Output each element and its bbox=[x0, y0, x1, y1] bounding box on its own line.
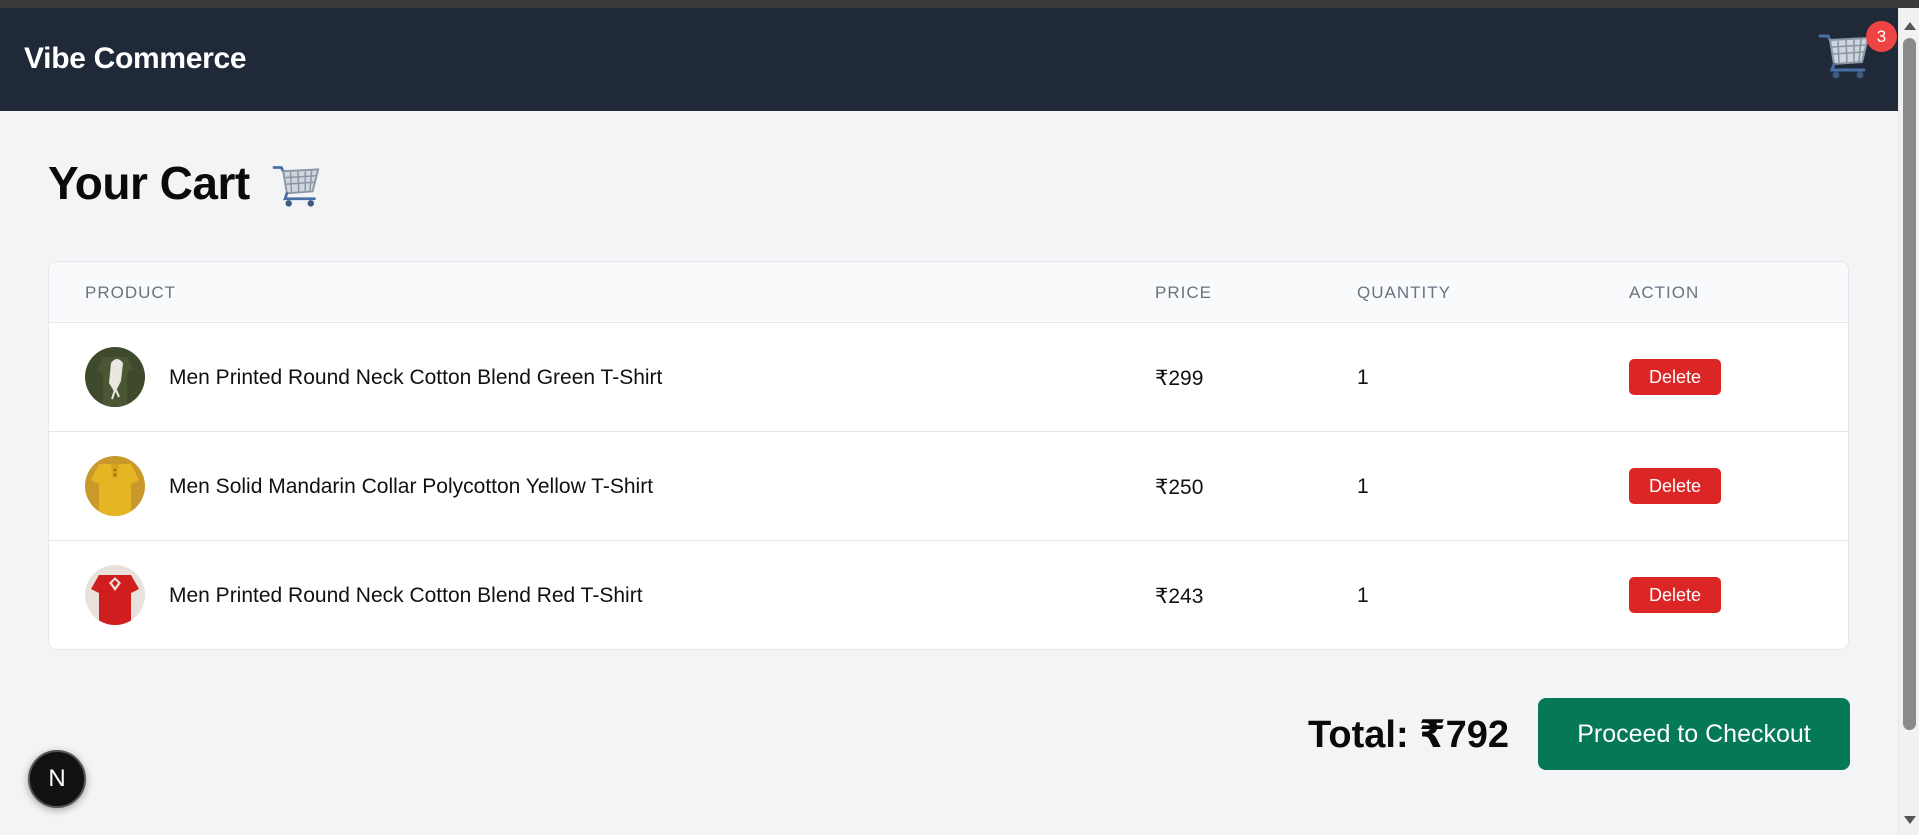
cart-total: Total: ₹792 bbox=[1308, 714, 1510, 756]
delete-button[interactable]: Delete bbox=[1629, 577, 1721, 613]
table-row: Men Printed Round Neck Cotton Blend Gree… bbox=[49, 323, 1848, 432]
header-quantity: QUANTITY bbox=[1357, 283, 1451, 302]
product-price: ₹243 bbox=[1155, 585, 1204, 608]
checkout-button[interactable]: Proceed to Checkout bbox=[1538, 698, 1850, 770]
header-product: PRODUCT bbox=[85, 283, 177, 302]
shopping-cart-icon bbox=[272, 162, 322, 208]
header-action: ACTION bbox=[1629, 283, 1700, 302]
page-title: Your Cart bbox=[48, 157, 250, 209]
product-thumbnail bbox=[85, 456, 145, 516]
product-name[interactable]: Men Printed Round Neck Cotton Blend Gree… bbox=[169, 366, 662, 390]
product-name[interactable]: Men Printed Round Neck Cotton Blend Red … bbox=[169, 584, 643, 608]
shopping-cart-icon[interactable] bbox=[1818, 30, 1872, 80]
product-price: ₹299 bbox=[1155, 367, 1204, 390]
navbar: Vibe Commerce bbox=[0, 8, 1898, 111]
product-quantity: 1 bbox=[1357, 584, 1369, 607]
brand-logo[interactable]: Vibe Commerce bbox=[24, 42, 247, 76]
cart-count-badge: 3 bbox=[1866, 21, 1897, 52]
table-row: Men Printed Round Neck Cotton Blend Red … bbox=[49, 541, 1848, 649]
table-row: Men Solid Mandarin Collar Polycotton Yel… bbox=[49, 432, 1848, 541]
scrollbar[interactable] bbox=[1898, 8, 1919, 835]
nextjs-icon[interactable]: N bbox=[28, 750, 86, 808]
product-quantity: 1 bbox=[1357, 366, 1369, 389]
scroll-down-arrow-icon[interactable] bbox=[1904, 816, 1916, 824]
product-thumbnail bbox=[85, 347, 145, 407]
table-header: PRODUCT PRICE QUANTITY ACTION bbox=[49, 262, 1848, 323]
cart-table: PRODUCT PRICE QUANTITY ACTION Men Printe… bbox=[48, 261, 1849, 650]
product-name[interactable]: Men Solid Mandarin Collar Polycotton Yel… bbox=[169, 475, 653, 499]
product-quantity: 1 bbox=[1357, 475, 1369, 498]
delete-button[interactable]: Delete bbox=[1629, 468, 1721, 504]
product-price: ₹250 bbox=[1155, 476, 1204, 499]
delete-button[interactable]: Delete bbox=[1629, 359, 1721, 395]
scrollbar-thumb[interactable] bbox=[1903, 38, 1916, 730]
browser-top-strip bbox=[0, 0, 1919, 8]
header-price: PRICE bbox=[1155, 283, 1212, 302]
scroll-up-arrow-icon[interactable] bbox=[1904, 22, 1916, 30]
product-thumbnail bbox=[85, 565, 145, 625]
